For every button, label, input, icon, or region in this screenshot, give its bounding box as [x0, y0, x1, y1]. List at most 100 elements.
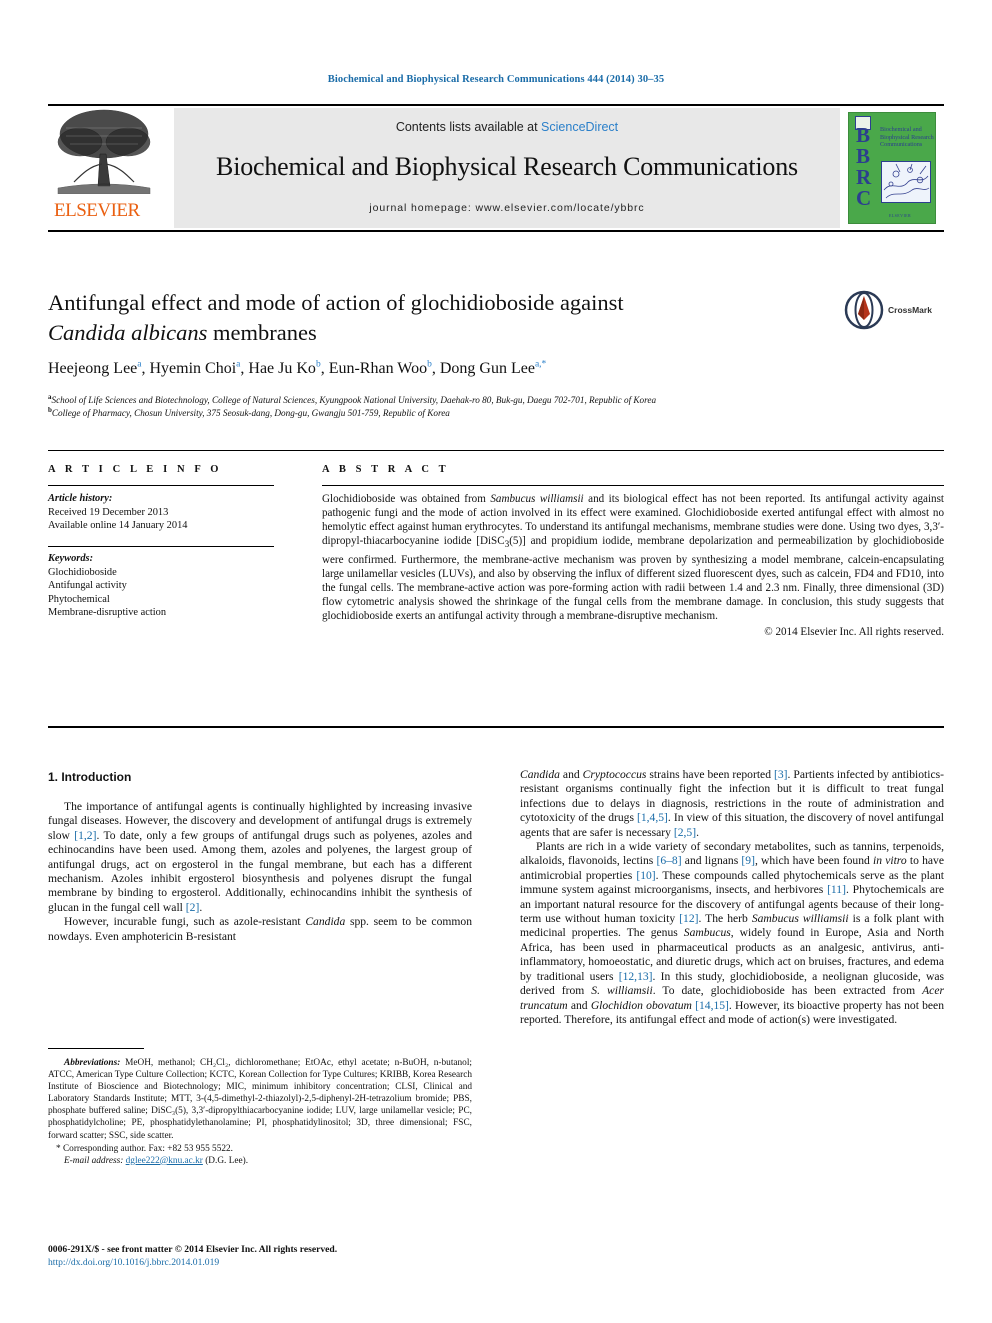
paragraph-intro-3: Candida and Cryptococcus strains have be…: [520, 768, 944, 840]
p2-italic-candida: Candida: [305, 915, 346, 929]
p4-italic-invitro: in vitro: [873, 854, 907, 868]
citation-2[interactable]: [2]: [186, 901, 200, 914]
title-line-2-rest: membranes: [207, 320, 317, 345]
doi-link[interactable]: http://dx.doi.org/10.1016/j.bbrc.2014.01…: [48, 1256, 648, 1269]
citation-9[interactable]: [9]: [741, 854, 755, 867]
elsevier-logo: ELSEVIER: [48, 106, 174, 230]
keyword-item: Antifungal activity: [48, 580, 127, 592]
citation-10[interactable]: [10]: [636, 869, 655, 882]
article-history-label: Article history:: [48, 493, 113, 504]
author-3-affil-mark: b: [315, 360, 321, 370]
footnote-rule: [48, 1048, 144, 1049]
citation-11[interactable]: [11]: [827, 883, 846, 896]
article-history: Article history: Received 19 December 20…: [48, 492, 274, 533]
keywords-rule: [48, 546, 274, 547]
body-column-right: Candida and Cryptococcus strains have be…: [520, 768, 944, 1027]
running-head: Biochemical and Biophysical Research Com…: [327, 74, 665, 85]
author-4-affil-mark: b: [427, 360, 432, 370]
paragraph-intro-4: Plants are rich in a wide variety of sec…: [520, 840, 944, 1027]
abbreviations-text: MeOH, methanol; CH₂Cl₂, dichloromethane;…: [48, 1058, 472, 1141]
journal-cover: BBRC Biochemical and Biophysical Researc…: [840, 106, 944, 230]
abbreviations-label: Abbreviations:: [64, 1058, 121, 1068]
title-line-1: Antifungal effect and mode of action of …: [48, 290, 624, 315]
footer-block: 0006-291X/$ - see front matter © 2014 El…: [48, 1243, 648, 1269]
citation-6-8[interactable]: [6–8]: [656, 854, 681, 867]
abstract-text: Glochidioboside was obtained from Sambuc…: [322, 492, 944, 639]
email-link[interactable]: dglee222@knu.ac.kr: [126, 1156, 203, 1166]
p4-italic-s-williamsii: S. williamsii: [591, 984, 653, 998]
keyword-item: Membrane-disruptive action: [48, 607, 167, 619]
p4-italic-sambucus: Sambucus: [683, 926, 731, 940]
crossmark-badge[interactable]: CrossMark: [844, 288, 944, 332]
footnotes-block: Abbreviations: MeOH, methanol; CH₂Cl₂, d…: [48, 1057, 472, 1167]
paragraph-intro-1: The importance of antifungal agents is c…: [48, 800, 472, 915]
issn-copyright-line: 0006-291X/$ - see front matter © 2014 El…: [48, 1244, 338, 1255]
crossmark-icon: [844, 290, 884, 330]
section-title-introduction: 1. Introduction: [48, 770, 132, 784]
page-title: Antifungal effect and mode of action of …: [48, 288, 788, 348]
p1-text-b: . To date, only a few groups of antifung…: [48, 828, 472, 914]
elsevier-tree-icon: [57, 109, 151, 194]
p2-text-a: However, incurable fungi, such as azole-…: [64, 915, 306, 929]
cover-artwork-svg: [882, 162, 930, 202]
corresponding-author-note: * Corresponding author. Fax: +82 53 955 …: [56, 1143, 233, 1154]
p3-italic-candida: Candida: [520, 768, 560, 781]
p4-text-b: and lignans: [681, 854, 742, 868]
author-1-affil-mark: a: [137, 360, 142, 370]
journal-homepage[interactable]: journal homepage: www.elsevier.com/locat…: [174, 202, 840, 214]
p4-italic-sambucus-williamsii: Sambucus williamsii: [751, 912, 849, 926]
affiliation-b-text: College of Pharmacy, Chosun University, …: [51, 408, 450, 419]
keyword-item: Phytochemical: [48, 593, 110, 605]
abbreviations-note: Abbreviations: MeOH, methanol; CH₂Cl₂, d…: [48, 1057, 472, 1142]
author-2-affil-mark: a: [236, 360, 241, 370]
citation-12-13[interactable]: [12,13]: [619, 970, 653, 983]
cover-journal-title: Biochemical and Biophysical Research Com…: [880, 126, 934, 149]
paper-page: Biochemical and Biophysical Research Com…: [0, 0, 992, 1323]
author-3: Hae Ju Kob,: [248, 360, 329, 378]
abstract-copyright: © 2014 Elsevier Inc. All rights reserved…: [764, 626, 944, 639]
sciencedirect-link[interactable]: ScienceDirect: [541, 120, 618, 134]
citation-12[interactable]: [12]: [679, 912, 698, 925]
journal-title: Biochemical and Biophysical Research Com…: [216, 152, 798, 181]
email-label: E-mail address:: [64, 1155, 124, 1166]
author-5-affil-mark: a,*: [534, 360, 547, 370]
title-species-italic: Candida albicans: [48, 320, 208, 345]
abstract-heading: A B S T R A C T: [322, 464, 450, 475]
masthead-center: Contents lists available at ScienceDirec…: [174, 108, 840, 228]
journal-masthead: ELSEVIER Contents lists available at Sci…: [48, 104, 944, 232]
citation-14-15[interactable]: [14,15]: [695, 999, 729, 1012]
author-2: Hyemin Choia,: [149, 360, 249, 378]
p3-text-e: .: [696, 825, 699, 839]
elsevier-wordmark: ELSEVIER: [54, 200, 140, 221]
p4-text-l: and: [567, 998, 591, 1012]
author-list: Heejeong Leea, Hyemin Choia, Hae Ju Kob,…: [48, 360, 928, 378]
author-4: Eun-Rhan Woob,: [328, 360, 440, 378]
citation-3[interactable]: [3]: [774, 768, 788, 781]
cover-artwork: [881, 161, 931, 203]
author-5: Dong Gun Leea,*: [439, 360, 547, 378]
keywords-block: Keywords: Glochidioboside Antifungal act…: [48, 552, 274, 620]
citation-2-5[interactable]: [2,5]: [674, 826, 696, 839]
paragraph-intro-2: However, incurable fungi, such as azole-…: [48, 915, 472, 944]
body-column-left: The importance of antifungal agents is c…: [48, 800, 472, 944]
p4-text-c: , which have been found: [754, 854, 873, 868]
article-available-online: Available online 14 January 2014: [48, 520, 188, 532]
affiliation-b: bCollege of Pharmacy, Chosun University,…: [48, 404, 928, 420]
citation-1-4-5[interactable]: [1,4,5]: [637, 811, 668, 824]
p3-text-b: strains have been reported: [646, 768, 774, 781]
keyword-item: Glochidioboside: [48, 566, 117, 578]
abstract-italic-species: Sambucus williamsii: [490, 493, 584, 505]
abstract-rule: [322, 485, 944, 486]
crossmark-label: CrossMark: [888, 305, 932, 315]
abstract-part-3: (5)] and propidium iodide, membrane depo…: [322, 535, 944, 622]
author-1: Heejeong Leea,: [48, 360, 150, 378]
citation-1-2[interactable]: [1,2]: [74, 829, 96, 842]
cover-bbrc-letters: BBRC: [856, 123, 872, 210]
p1-text-c: .: [199, 900, 203, 914]
email-suffix: (D.G. Lee).: [202, 1155, 249, 1166]
keywords-label: Keywords:: [48, 553, 94, 564]
p4-text-k: . To date, glochidioboside has been extr…: [652, 984, 923, 998]
article-info-heading: A R T I C L E I N F O: [48, 464, 223, 475]
info-bottom-divider: [48, 726, 944, 728]
info-top-divider: [48, 450, 944, 451]
